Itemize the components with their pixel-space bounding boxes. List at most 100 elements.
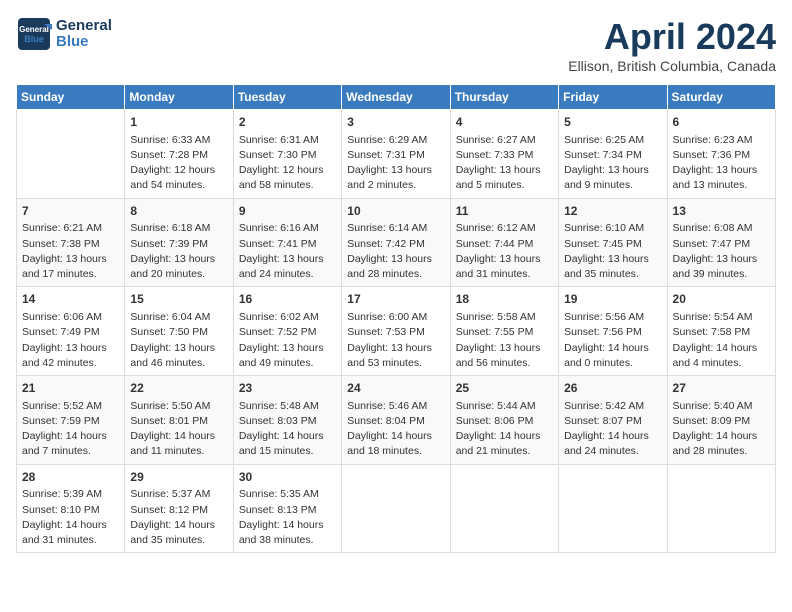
calendar-cell: 21 Sunrise: 5:52 AMSunset: 7:59 PMDayligh…	[17, 376, 125, 465]
day-number: 25	[456, 380, 553, 397]
calendar-cell: 9Sunrise: 6:16 AMSunset: 7:41 PMDaylight…	[233, 198, 341, 287]
calendar-cell: 17 Sunrise: 6:00 AMSunset: 7:53 PMDayligh…	[342, 287, 450, 376]
week-row-4: 21 Sunrise: 5:52 AMSunset: 7:59 PMDayligh…	[17, 376, 776, 465]
calendar-cell: 7Sunrise: 6:21 AMSunset: 7:38 PMDaylight…	[17, 198, 125, 287]
calendar-cell	[450, 464, 558, 553]
header-day-saturday: Saturday	[667, 85, 775, 110]
day-number: 24	[347, 380, 444, 397]
week-row-2: 7Sunrise: 6:21 AMSunset: 7:38 PMDaylight…	[17, 198, 776, 287]
calendar-cell: 28Sunrise: 5:39 AMSunset: 8:10 PMDayligh…	[17, 464, 125, 553]
calendar-body: 1Sunrise: 6:33 AMSunset: 7:28 PMDaylight…	[17, 110, 776, 553]
day-number: 4	[456, 114, 553, 131]
day-info: Sunrise: 6:29 AMSunset: 7:31 PMDaylight:…	[347, 133, 444, 194]
calendar-cell: 18 Sunrise: 5:58 AMSunset: 7:55 PMDayligh…	[450, 287, 558, 376]
day-info: Sunrise: 6:12 AMSunset: 7:44 PMDaylight:…	[456, 221, 553, 282]
day-info: Sunrise: 5:39 AMSunset: 8:10 PMDaylight:…	[22, 487, 119, 548]
day-info: Sunrise: 6:16 AMSunset: 7:41 PMDaylight:…	[239, 221, 336, 282]
calendar-cell: 15 Sunrise: 6:04 AMSunset: 7:50 PMDayligh…	[125, 287, 233, 376]
calendar-cell	[559, 464, 667, 553]
week-row-5: 28Sunrise: 5:39 AMSunset: 8:10 PMDayligh…	[17, 464, 776, 553]
calendar-cell: 27 Sunrise: 5:40 AMSunset: 8:09 PMDayligh…	[667, 376, 775, 465]
week-row-1: 1Sunrise: 6:33 AMSunset: 7:28 PMDaylight…	[17, 110, 776, 199]
day-info: Sunrise: 6:25 AMSunset: 7:34 PMDaylight:…	[564, 133, 661, 194]
svg-text:Blue: Blue	[24, 34, 44, 44]
day-info: Sunrise: 6:00 AMSunset: 7:53 PMDaylight:…	[347, 310, 444, 371]
day-number: 26	[564, 380, 661, 397]
day-info: Sunrise: 5:54 AMSunset: 7:58 PMDaylight:…	[673, 310, 770, 371]
day-info: Sunrise: 6:06 AMSunset: 7:49 PMDaylight:…	[22, 310, 119, 371]
day-number: 6	[673, 114, 770, 131]
day-number: 13	[673, 203, 770, 220]
day-number: 17	[347, 291, 444, 308]
day-number: 9	[239, 203, 336, 220]
header-day-friday: Friday	[559, 85, 667, 110]
calendar-cell: 5 Sunrise: 6:25 AMSunset: 7:34 PMDaylight…	[559, 110, 667, 199]
day-info: Sunrise: 5:35 AMSunset: 8:13 PMDaylight:…	[239, 487, 336, 548]
calendar-cell: 30Sunrise: 5:35 AMSunset: 8:13 PMDayligh…	[233, 464, 341, 553]
day-info: Sunrise: 6:18 AMSunset: 7:39 PMDaylight:…	[130, 221, 227, 282]
calendar-cell: 16 Sunrise: 6:02 AMSunset: 7:52 PMDayligh…	[233, 287, 341, 376]
day-number: 18	[456, 291, 553, 308]
svg-text:General: General	[19, 25, 49, 34]
calendar-cell: 14 Sunrise: 6:06 AMSunset: 7:49 PMDayligh…	[17, 287, 125, 376]
title-block: April 2024 Ellison, British Columbia, Ca…	[568, 16, 776, 74]
day-info: Sunrise: 6:23 AMSunset: 7:36 PMDaylight:…	[673, 133, 770, 194]
calendar-header: SundayMondayTuesdayWednesdayThursdayFrid…	[17, 85, 776, 110]
day-number: 7	[22, 203, 119, 220]
logo-blue: Blue	[56, 34, 112, 51]
day-number: 15	[130, 291, 227, 308]
day-number: 2	[239, 114, 336, 131]
logo: General Blue General Blue	[16, 16, 112, 52]
header-day-monday: Monday	[125, 85, 233, 110]
calendar-cell: 20 Sunrise: 5:54 AMSunset: 7:58 PMDayligh…	[667, 287, 775, 376]
calendar-cell: 2Sunrise: 6:31 AMSunset: 7:30 PMDaylight…	[233, 110, 341, 199]
month-title: April 2024	[568, 16, 776, 58]
calendar-cell	[342, 464, 450, 553]
day-number: 11	[456, 203, 553, 220]
header-day-wednesday: Wednesday	[342, 85, 450, 110]
day-info: Sunrise: 6:04 AMSunset: 7:50 PMDaylight:…	[130, 310, 227, 371]
day-number: 23	[239, 380, 336, 397]
day-info: Sunrise: 6:33 AMSunset: 7:28 PMDaylight:…	[130, 133, 227, 194]
day-info: Sunrise: 5:44 AMSunset: 8:06 PMDaylight:…	[456, 399, 553, 460]
day-info: Sunrise: 6:10 AMSunset: 7:45 PMDaylight:…	[564, 221, 661, 282]
calendar-cell: 22Sunrise: 5:50 AMSunset: 8:01 PMDayligh…	[125, 376, 233, 465]
day-number: 22	[130, 380, 227, 397]
header-day-sunday: Sunday	[17, 85, 125, 110]
day-info: Sunrise: 5:40 AMSunset: 8:09 PMDaylight:…	[673, 399, 770, 460]
calendar-cell: 29Sunrise: 5:37 AMSunset: 8:12 PMDayligh…	[125, 464, 233, 553]
day-number: 30	[239, 469, 336, 486]
header-day-tuesday: Tuesday	[233, 85, 341, 110]
day-info: Sunrise: 6:27 AMSunset: 7:33 PMDaylight:…	[456, 133, 553, 194]
day-number: 14	[22, 291, 119, 308]
calendar-cell: 8Sunrise: 6:18 AMSunset: 7:39 PMDaylight…	[125, 198, 233, 287]
day-number: 16	[239, 291, 336, 308]
day-info: Sunrise: 5:58 AMSunset: 7:55 PMDaylight:…	[456, 310, 553, 371]
header-day-thursday: Thursday	[450, 85, 558, 110]
day-info: Sunrise: 5:52 AMSunset: 7:59 PMDaylight:…	[22, 399, 119, 460]
day-info: Sunrise: 5:37 AMSunset: 8:12 PMDaylight:…	[130, 487, 227, 548]
calendar-cell: 26Sunrise: 5:42 AMSunset: 8:07 PMDayligh…	[559, 376, 667, 465]
calendar-cell: 6 Sunrise: 6:23 AMSunset: 7:36 PMDaylight…	[667, 110, 775, 199]
calendar-cell	[667, 464, 775, 553]
calendar-cell: 11Sunrise: 6:12 AMSunset: 7:44 PMDayligh…	[450, 198, 558, 287]
day-number: 27	[673, 380, 770, 397]
calendar-cell: 3 Sunrise: 6:29 AMSunset: 7:31 PMDaylight…	[342, 110, 450, 199]
day-number: 20	[673, 291, 770, 308]
day-number: 8	[130, 203, 227, 220]
day-number: 12	[564, 203, 661, 220]
calendar-cell: 1Sunrise: 6:33 AMSunset: 7:28 PMDaylight…	[125, 110, 233, 199]
location-subtitle: Ellison, British Columbia, Canada	[568, 58, 776, 74]
calendar-cell: 24 Sunrise: 5:46 AMSunset: 8:04 PMDayligh…	[342, 376, 450, 465]
calendar-cell: 12Sunrise: 6:10 AMSunset: 7:45 PMDayligh…	[559, 198, 667, 287]
calendar-cell: 23Sunrise: 5:48 AMSunset: 8:03 PMDayligh…	[233, 376, 341, 465]
day-number: 5	[564, 114, 661, 131]
calendar-cell: 4 Sunrise: 6:27 AMSunset: 7:33 PMDaylight…	[450, 110, 558, 199]
day-number: 3	[347, 114, 444, 131]
day-info: Sunrise: 5:46 AMSunset: 8:04 PMDaylight:…	[347, 399, 444, 460]
day-number: 21	[22, 380, 119, 397]
day-info: Sunrise: 6:21 AMSunset: 7:38 PMDaylight:…	[22, 221, 119, 282]
day-info: Sunrise: 6:02 AMSunset: 7:52 PMDaylight:…	[239, 310, 336, 371]
calendar-cell: 19Sunrise: 5:56 AMSunset: 7:56 PMDayligh…	[559, 287, 667, 376]
calendar-cell: 25 Sunrise: 5:44 AMSunset: 8:06 PMDayligh…	[450, 376, 558, 465]
